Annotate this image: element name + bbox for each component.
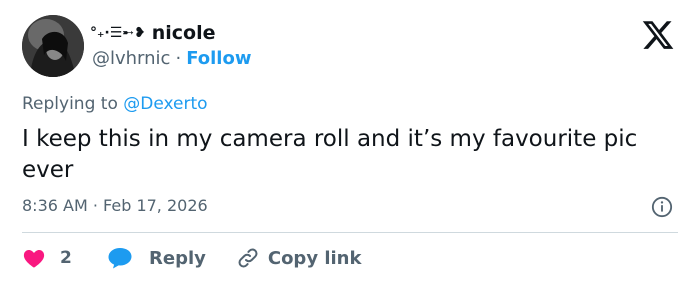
- replying-to-prefix: Replying to: [22, 94, 118, 114]
- handle-row: @lvhrnic · Follow: [92, 48, 251, 69]
- author-name-row[interactable]: °₊⋅☰➸❥ nicole: [90, 20, 216, 46]
- info-icon[interactable]: [651, 196, 673, 218]
- copy-link-label: Copy link: [267, 247, 362, 269]
- tweet-card: °₊⋅☰➸❥ nicole @lvhrnic · Follow Replying…: [0, 0, 700, 286]
- reply-button[interactable]: Reply: [107, 246, 206, 270]
- copy-link-button[interactable]: Copy link: [236, 246, 362, 270]
- follow-button[interactable]: Follow: [186, 48, 251, 69]
- name-decoration: °₊⋅☰➸❥: [90, 25, 146, 41]
- like-count: 2: [60, 248, 72, 268]
- replying-to: Replying to @Dexerto: [22, 94, 208, 114]
- x-logo-icon[interactable]: [640, 18, 676, 52]
- action-bar: 2 Reply Copy link: [22, 244, 361, 272]
- separator-dot: ·: [175, 48, 182, 69]
- display-name[interactable]: nicole: [152, 22, 216, 44]
- link-icon: [238, 248, 258, 268]
- divider: [22, 232, 678, 233]
- avatar-image: [22, 15, 84, 77]
- tweet-timestamp[interactable]: 8:36 AM · Feb 17, 2026: [22, 196, 208, 215]
- avatar[interactable]: [22, 15, 84, 77]
- reply-bubble-icon: [108, 248, 132, 269]
- reply-label: Reply: [149, 247, 206, 269]
- heart-icon: [23, 250, 45, 268]
- tweet-text: I keep this in my camera roll and it’s m…: [22, 126, 638, 183]
- replying-to-mention[interactable]: @Dexerto: [123, 94, 207, 114]
- author-handle[interactable]: @lvhrnic: [92, 48, 170, 69]
- like-button[interactable]: 2: [22, 246, 82, 270]
